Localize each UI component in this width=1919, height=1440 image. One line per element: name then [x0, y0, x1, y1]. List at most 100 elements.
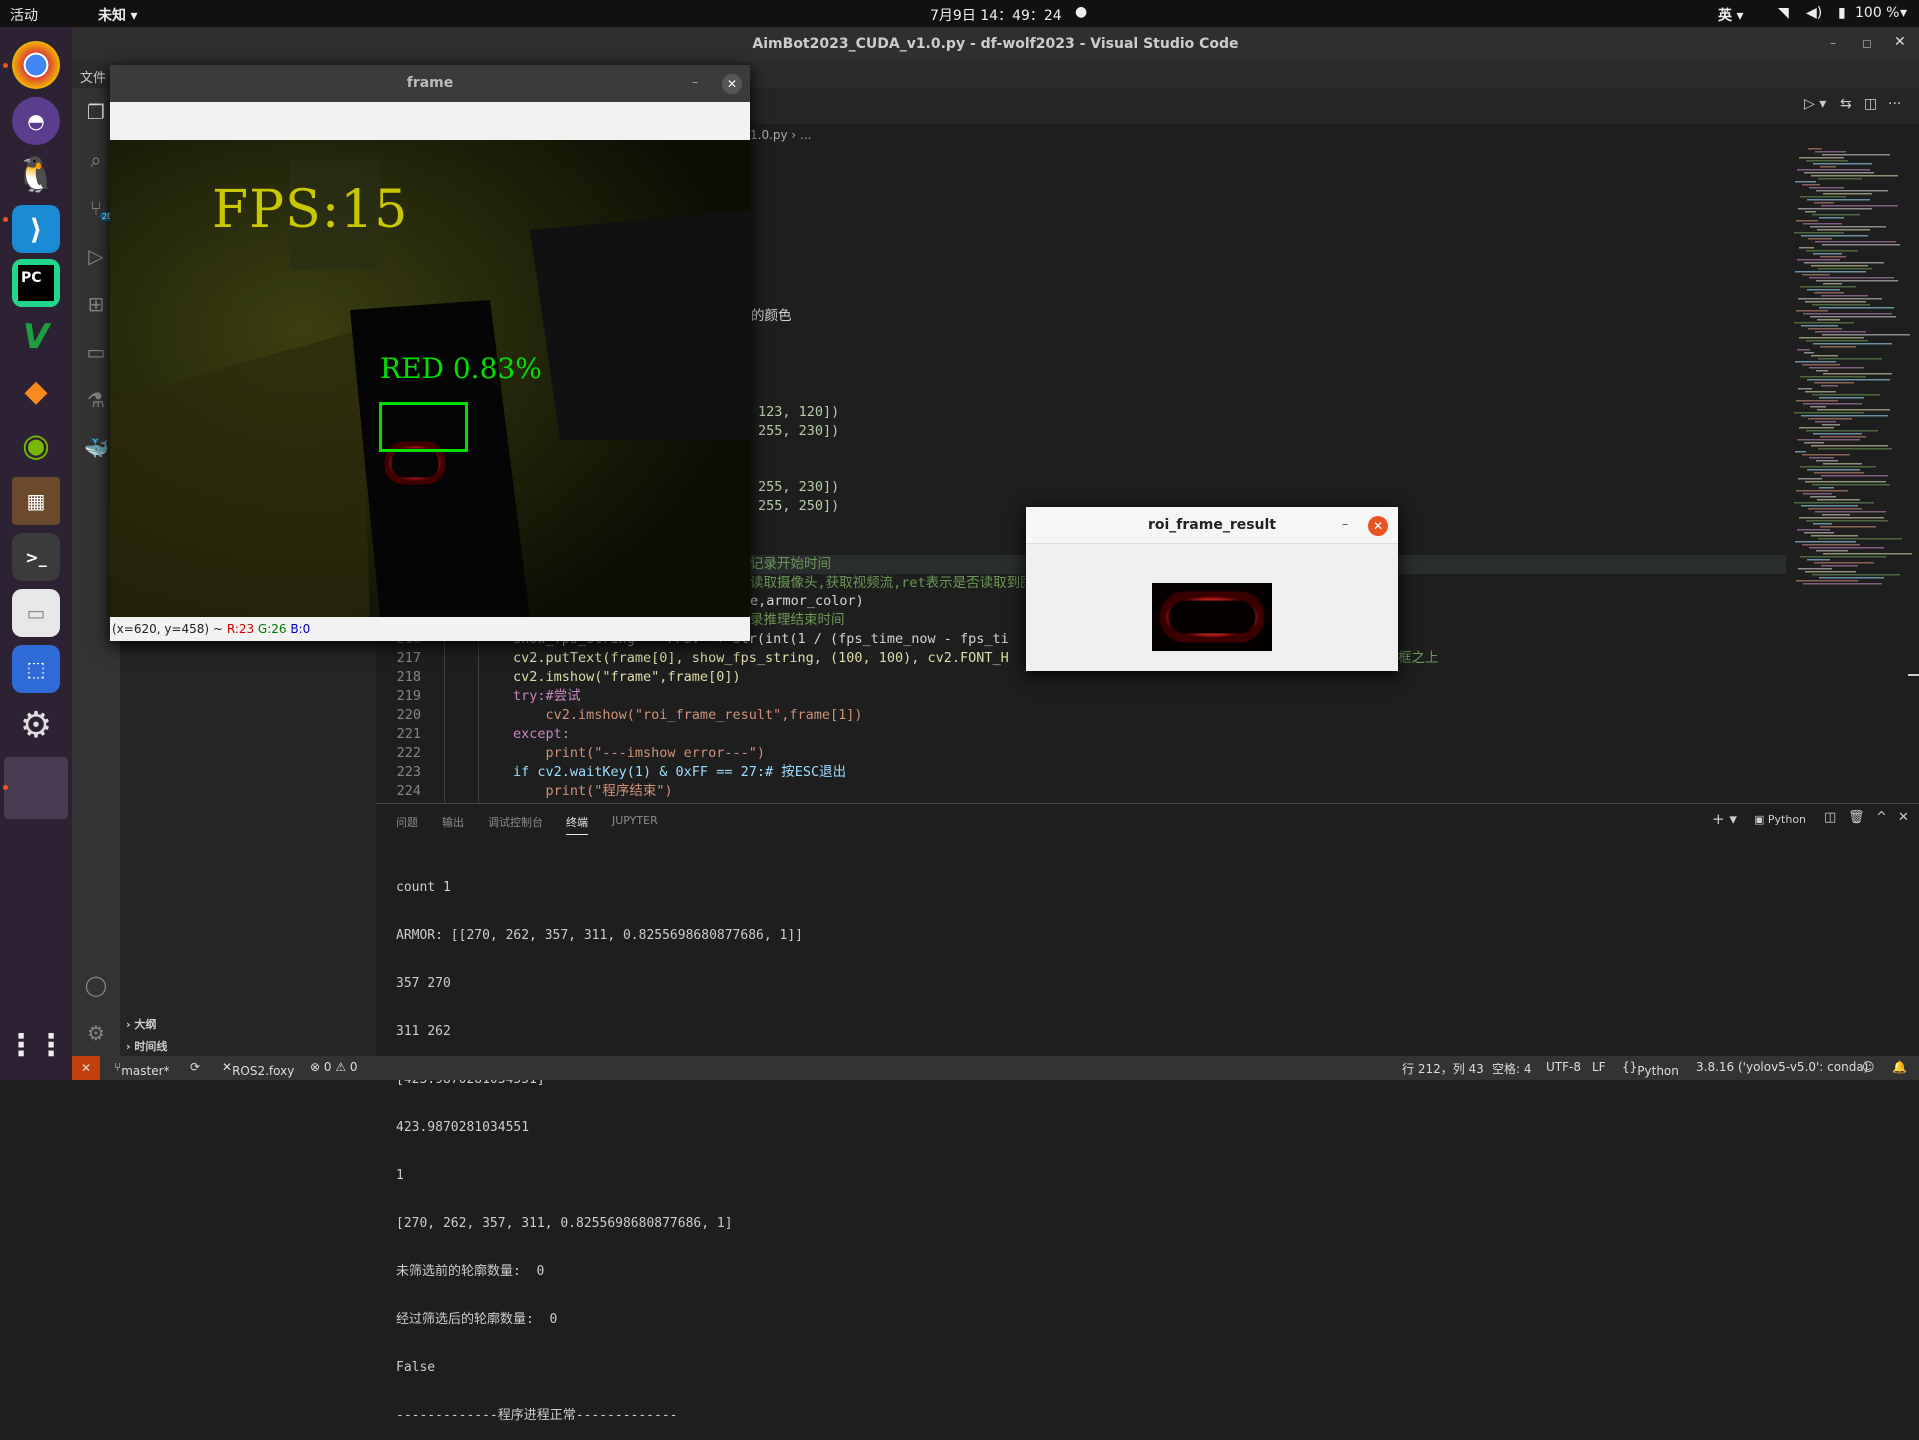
minimize-icon[interactable]: –	[1830, 36, 1836, 50]
minimap[interactable]	[1790, 146, 1915, 596]
close-panel-icon[interactable]: ✕	[1898, 810, 1909, 825]
feedback-icon[interactable]: ☺	[1862, 1060, 1875, 1074]
indent-setting[interactable]: 空格: 4	[1492, 1060, 1532, 1077]
frame-minimize-icon[interactable]: –	[692, 75, 698, 89]
tab-debug-console[interactable]: 调试控制台	[488, 814, 543, 830]
kill-terminal-icon[interactable]: 🗑	[1848, 810, 1865, 825]
branch-indicator[interactable]: ⑂ master*	[114, 1060, 170, 1078]
ros-indicator[interactable]: ✕ ROS2.foxy	[222, 1060, 294, 1078]
screenshot-icon[interactable]: ⬚	[12, 645, 60, 693]
minecraft-icon[interactable]: ▦	[12, 477, 60, 525]
input-method-indicator[interactable]: 英 ▾	[1718, 5, 1743, 25]
run-debug-icon[interactable]: ▷	[84, 244, 108, 268]
maximize-panel-icon[interactable]: ^	[1876, 810, 1887, 825]
timeline-section[interactable]: › 时间线	[126, 1038, 167, 1054]
camera-image[interactable]: FPS:15 RED 0.83%	[110, 140, 750, 617]
frame-window[interactable]: frame – ✕ FPS:15 RED 0.83% (x=620, y=458…	[110, 65, 750, 641]
terminal-profile[interactable]: ▣ Python	[1754, 813, 1806, 826]
vscode-icon[interactable]: ⟩	[12, 205, 60, 253]
menu-file[interactable]: 文件	[80, 67, 106, 86]
clock[interactable]: 7月9日 14：49：24	[930, 5, 1062, 25]
battery-icon[interactable]: ▮	[1838, 5, 1846, 21]
testing-icon[interactable]: ⚗	[84, 388, 108, 412]
extensions-icon[interactable]: ⊞	[84, 292, 108, 316]
problems-indicator[interactable]: ⊗ 0 ⚠ 0	[310, 1060, 358, 1074]
code-fragment: 255, 230])	[758, 479, 840, 495]
minimap-line	[1812, 484, 1890, 486]
volume-icon[interactable]: ◀)	[1806, 5, 1822, 21]
minimap-line	[1819, 307, 1894, 309]
roi-window[interactable]: roi_frame_result – ✕	[1026, 507, 1398, 671]
account-icon[interactable]: ◯	[84, 973, 108, 997]
line-number: 224	[396, 783, 421, 799]
split-terminal-icon[interactable]: ◫	[1824, 810, 1836, 825]
breadcrumb-path[interactable]: 1.0.py › ...	[750, 128, 812, 142]
minimap-line	[1795, 181, 1816, 183]
minimap-line	[1820, 256, 1846, 258]
remote-explorer-icon[interactable]: ▭	[84, 340, 108, 364]
notifications-icon[interactable]: 🔔	[1892, 1060, 1907, 1074]
remote-indicator-icon[interactable]: ✕	[72, 1056, 100, 1080]
maximize-icon[interactable]: ◻	[1862, 36, 1872, 50]
tab-jupyter[interactable]: JUPYTER	[612, 814, 658, 827]
minimap-line	[1807, 469, 1860, 471]
minimap-line	[1814, 382, 1854, 384]
open-changes-icon[interactable]: ⇆	[1840, 96, 1852, 112]
terminal-line: 经过筛选后的轮廓数量: 0	[396, 1312, 558, 1327]
more-actions-icon[interactable]: ···	[1888, 96, 1901, 112]
minimap-line	[1796, 400, 1838, 402]
new-terminal-icon[interactable]: + ▾	[1712, 810, 1737, 828]
roi-minimize-icon[interactable]: –	[1342, 517, 1348, 531]
minimap-line	[1796, 310, 1828, 312]
minimap-line	[1798, 388, 1812, 390]
minimap-line	[1794, 412, 1864, 414]
sublime-icon[interactable]: ◆	[12, 367, 60, 415]
language-mode[interactable]: {} Python	[1622, 1060, 1679, 1078]
wifi-icon[interactable]: ◥	[1778, 5, 1789, 21]
minimap-line	[1794, 322, 1854, 324]
close-icon[interactable]: ✕	[1894, 34, 1906, 50]
terminal-icon[interactable]: >_	[12, 533, 60, 581]
tab-problems[interactable]: 问题	[396, 814, 418, 830]
manage-gear-icon[interactable]: ⚙	[84, 1021, 108, 1045]
line-number: 223	[396, 764, 421, 780]
minimap-line	[1796, 490, 1848, 492]
cursor-position[interactable]: 行 212，列 43	[1402, 1060, 1484, 1077]
pycharm-icon[interactable]: PC	[12, 259, 60, 307]
tab-terminal[interactable]: 终端	[566, 814, 588, 835]
eol[interactable]: LF	[1592, 1060, 1606, 1074]
vim-icon[interactable]: V	[12, 313, 60, 361]
docker-icon[interactable]: 🐳	[84, 436, 109, 460]
minimap-line	[1796, 220, 1818, 222]
python-interpreter[interactable]: 3.8.16 ('yolov5-v5.0': conda)	[1696, 1060, 1868, 1074]
minimap-line	[1800, 376, 1866, 378]
terminal-output[interactable]: count 1 ARMOR: [[270, 262, 357, 311, 0.8…	[396, 848, 803, 1440]
files-icon[interactable]: ▭	[12, 589, 60, 637]
pixel-coords: (x=620, y=458) ~	[112, 622, 223, 636]
tab-output[interactable]: 输出	[442, 814, 464, 830]
nvidia-icon[interactable]: ◉	[12, 421, 60, 469]
encoding[interactable]: UTF-8	[1546, 1060, 1581, 1074]
input-method-label: 英	[1718, 8, 1732, 24]
frame-close-icon[interactable]: ✕	[722, 74, 742, 94]
split-editor-icon[interactable]: ◫	[1864, 96, 1877, 112]
outline-section[interactable]: › 大纲	[126, 1016, 156, 1032]
frame-status-bar: (x=620, y=458) ~ R:23 G:26 B:0	[110, 617, 750, 641]
search-icon[interactable]: ⌕	[84, 148, 108, 172]
show-apps-icon[interactable]: ⋮⋮	[6, 1021, 66, 1069]
qq-icon[interactable]: 🐧	[12, 151, 60, 199]
system-menu-arrow-icon[interactable]: ▾	[1900, 5, 1907, 21]
app-menu[interactable]: 未知 ▾	[98, 5, 137, 25]
activities-button[interactable]: 活动	[10, 5, 38, 25]
active-window-slot[interactable]	[4, 757, 68, 819]
roi-close-icon[interactable]: ✕	[1368, 516, 1388, 536]
explorer-icon[interactable]: ❐	[84, 100, 108, 124]
settings-icon[interactable]: ⚙	[12, 701, 60, 749]
run-file-icon[interactable]: ▷ ▾	[1804, 96, 1826, 112]
minimap-line	[1798, 298, 1882, 300]
terminal-line: ARMOR: [[270, 262, 357, 311, 0.825569868…	[396, 928, 803, 943]
github-icon[interactable]: ◓	[12, 97, 60, 145]
sync-icon[interactable]: ⟳	[190, 1060, 200, 1074]
chrome-icon[interactable]	[12, 41, 60, 89]
minimap-line	[1813, 433, 1862, 435]
